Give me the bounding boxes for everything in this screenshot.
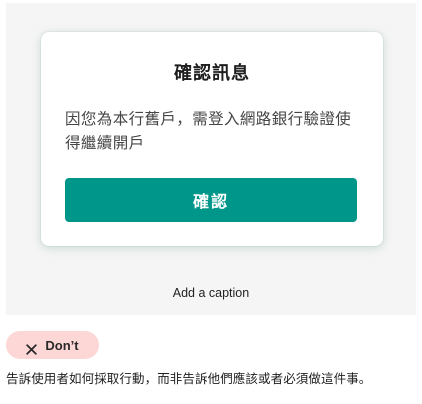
confirm-dialog: 確認訊息 因您為本行舊戶，需登入網路銀行驗證使得繼續開戶 確認	[41, 32, 383, 246]
guideline-example: 確認訊息 因您為本行舊戶，需登入網路銀行驗證使得繼續開戶 確認 Add a ca…	[0, 0, 422, 404]
dont-badge: Don’t	[6, 331, 99, 359]
close-icon	[26, 340, 38, 355]
example-figure: 確認訊息 因您為本行舊戶，需登入網路銀行驗證使得繼續開戶 確認 Add a ca…	[6, 3, 416, 315]
dialog-title: 確認訊息	[174, 63, 250, 84]
figure-caption[interactable]: Add a caption	[6, 286, 416, 300]
badge-label: Don’t	[45, 337, 79, 353]
dialog-message: 因您為本行舊戶，需登入網路銀行驗證使得繼續開戶	[65, 110, 352, 152]
guideline-description: 告訴使用者如何採取行動，而非告訴他們應該或者必須做這件事。	[6, 371, 372, 386]
confirm-button[interactable]: 確認	[65, 178, 357, 222]
